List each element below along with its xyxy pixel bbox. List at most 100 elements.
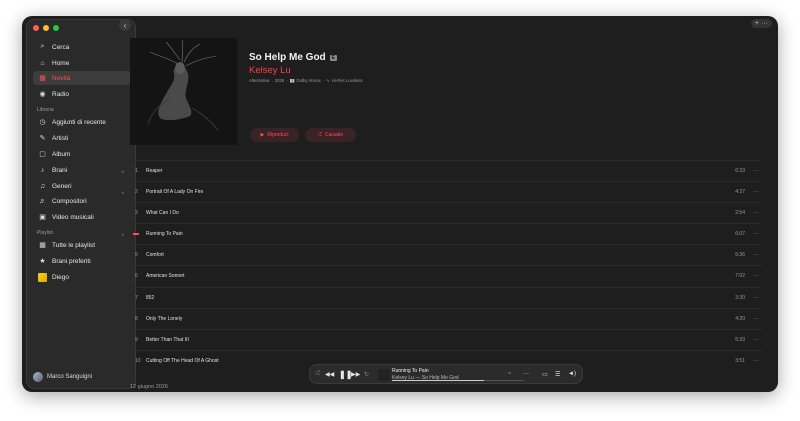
playback-progress-bar[interactable] bbox=[392, 380, 524, 381]
genres-icon: ♫ bbox=[39, 182, 46, 190]
add-icon[interactable]: + bbox=[755, 20, 759, 27]
album-meta: Alternativa · 2026 · ▮▮ Dolby Atmos · ∿ … bbox=[249, 78, 363, 83]
sidebar-item-artists[interactable]: ✎ Artisti bbox=[33, 131, 131, 145]
sidebar-item-label: Radio bbox=[52, 90, 69, 98]
more-icon[interactable]: ··· bbox=[753, 231, 759, 237]
minimize-window-button[interactable] bbox=[43, 25, 49, 31]
table-row[interactable]: 9 Better Than That III 5:33 ··· bbox=[117, 329, 761, 350]
microphone-icon: ✎ bbox=[39, 135, 46, 142]
now-playing-title: Running To Pain bbox=[392, 368, 429, 374]
shuffle-icon[interactable]: ⤮ bbox=[315, 371, 320, 378]
sidebar-item-label: Aggiunti di recente bbox=[52, 118, 106, 126]
favorite-star-icon[interactable]: ★ bbox=[121, 190, 125, 195]
track-duration: 6:07 bbox=[735, 231, 745, 237]
album-artist-link[interactable]: Kelsey Lu bbox=[249, 65, 291, 76]
track-duration: 2:54 bbox=[735, 210, 745, 216]
sidebar-item-label: Cerca bbox=[52, 43, 70, 51]
track-duration: 5:36 bbox=[735, 252, 745, 258]
track-duration: 5:33 bbox=[735, 337, 745, 343]
volume-icon[interactable]: ◄) bbox=[568, 371, 576, 377]
album-title-text: So Help Me God bbox=[249, 52, 326, 63]
track-duration: 3:51 bbox=[735, 358, 745, 364]
home-icon: ⌂ bbox=[40, 59, 45, 67]
now-playing-artwork[interactable] bbox=[378, 369, 390, 381]
table-row[interactable]: 3 What Can I Do 2:54 ··· bbox=[117, 202, 761, 223]
favorite-star-icon[interactable]: ★ bbox=[121, 169, 125, 174]
play-icon: ▶ bbox=[260, 132, 265, 138]
more-icon[interactable]: ··· bbox=[753, 273, 759, 279]
more-icon[interactable]: ··· bbox=[753, 295, 759, 301]
track-duration: 4:20 bbox=[735, 316, 745, 322]
sidebar-item-label: Brani bbox=[52, 166, 68, 174]
queue-icon[interactable]: ☰ bbox=[555, 371, 560, 378]
track-number: 2 bbox=[135, 189, 138, 195]
track-title: American Sonnet bbox=[146, 273, 185, 279]
track-number: 9 bbox=[135, 337, 138, 343]
track-duration: 7:02 bbox=[735, 273, 745, 279]
app-window: ⌕ Cerca ⌂ Home ▦ Novità ◉ Radio Libreria… bbox=[22, 16, 778, 392]
sidebar-item-search[interactable]: ⌕ Cerca bbox=[33, 40, 131, 54]
sidebar-item-recently-added[interactable]: ◷ Aggiunti di recente bbox=[33, 115, 131, 129]
more-icon[interactable]: ··· bbox=[753, 210, 759, 216]
album-art-image bbox=[130, 38, 237, 145]
track-duration: 6:33 bbox=[735, 168, 745, 174]
more-icon[interactable]: ··· bbox=[753, 337, 759, 343]
track-duration: 4:27 bbox=[735, 189, 745, 195]
window-controls bbox=[33, 25, 59, 31]
playback-bar: ⤮ ◀◀ ❚❚ ▶▶ ↻ Running To Pain Kelsey Lu —… bbox=[309, 364, 583, 384]
user-profile[interactable]: Marco Sanguigni bbox=[33, 372, 92, 382]
sidebar-item-label: Home bbox=[52, 59, 70, 67]
track-number: 5 bbox=[135, 252, 138, 258]
next-track-button[interactable]: ▶▶ bbox=[351, 371, 360, 378]
album-cover bbox=[130, 38, 237, 145]
table-row[interactable]: 5 Comfort 5:36 ··· bbox=[117, 244, 761, 265]
more-icon[interactable]: ··· bbox=[753, 316, 759, 322]
avatar bbox=[33, 372, 43, 382]
more-icon[interactable]: ··· bbox=[761, 20, 768, 27]
sidebar-item-albums[interactable]: ▢ Album bbox=[33, 147, 131, 161]
sidebar-item-label: Compositori bbox=[52, 197, 87, 205]
table-row[interactable]: 6 American Sonnet 7:02 ··· bbox=[117, 265, 761, 286]
explicit-badge: E bbox=[329, 54, 338, 61]
play-button-label: Riproduci bbox=[267, 132, 289, 138]
track-number: 6 bbox=[135, 273, 138, 279]
sidebar-item-label: Generi bbox=[52, 182, 72, 190]
table-row[interactable]: ★ 2 Portrait Of A Lady On Fire 4:27 ··· bbox=[117, 181, 761, 202]
sidebar-item-new[interactable]: ▦ Novità bbox=[33, 71, 131, 85]
dolby-icon: ▮▮ bbox=[289, 78, 295, 83]
play-button[interactable]: ▶ Riproduci bbox=[250, 128, 299, 142]
sidebar-item-label: Novità bbox=[52, 74, 71, 82]
lyrics-icon[interactable]: ▭ bbox=[542, 371, 548, 378]
library-section-label: Libreria bbox=[37, 107, 54, 113]
sidebar-item-label: Brani preferiti bbox=[52, 257, 91, 265]
more-icon[interactable]: ··· bbox=[523, 371, 529, 377]
playback-progress-fill bbox=[392, 380, 485, 381]
previous-track-button[interactable]: ◀◀ bbox=[325, 371, 334, 378]
sidebar-item-home[interactable]: ⌂ Home bbox=[33, 56, 131, 70]
favorite-star-icon[interactable]: ★ bbox=[121, 232, 125, 237]
sidebar-item-radio[interactable]: ◉ Radio bbox=[33, 87, 131, 101]
close-window-button[interactable] bbox=[33, 25, 39, 31]
table-row[interactable]: 8 Only The Lonely 4:20 ··· bbox=[117, 308, 761, 329]
table-row[interactable]: ★ 1 Reaper 6:33 ··· bbox=[117, 160, 761, 181]
album-title: So Help Me God E bbox=[249, 52, 338, 63]
track-number: 10 bbox=[135, 358, 141, 364]
sidebar-item-label: Diego bbox=[52, 273, 69, 281]
note-icon: ♪ bbox=[40, 166, 45, 174]
repeat-icon[interactable]: ↻ bbox=[364, 371, 369, 378]
table-row[interactable]: 7 852 3:30 ··· bbox=[117, 287, 761, 308]
back-button[interactable]: ‹ bbox=[119, 19, 131, 31]
album-genre: Alternativa bbox=[249, 78, 270, 83]
shuffle-button-label: Casuale bbox=[324, 132, 344, 138]
zoom-window-button[interactable] bbox=[53, 25, 59, 31]
more-icon[interactable]: ··· bbox=[753, 252, 759, 258]
more-icon[interactable]: ··· bbox=[753, 168, 759, 174]
shuffle-button[interactable]: ⤮ Casuale bbox=[305, 128, 356, 142]
table-row-now-playing[interactable]: ★ Running To Pain 6:07 ··· bbox=[117, 223, 761, 244]
more-icon[interactable]: ··· bbox=[753, 189, 759, 195]
more-icon[interactable]: ··· bbox=[753, 358, 759, 364]
track-title: Running To Pain bbox=[146, 231, 183, 237]
track-title: 852 bbox=[146, 295, 155, 301]
video-icon: ▣ bbox=[39, 214, 46, 221]
top-right-controls: + ··· bbox=[750, 19, 772, 28]
